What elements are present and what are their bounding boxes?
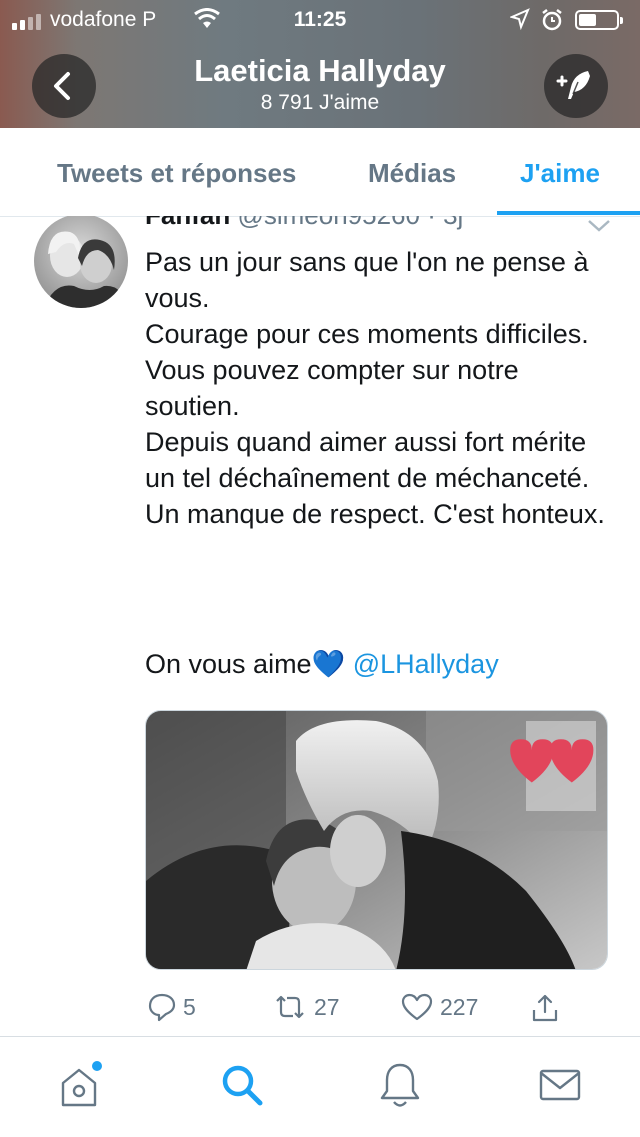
tweet-photo[interactable] bbox=[145, 710, 608, 970]
tweet-text-line: Depuis quand aimer aussi fort mérite un … bbox=[145, 427, 590, 493]
tab-likes[interactable]: J'aime bbox=[520, 158, 600, 189]
tweet-text-closing: On vous aime bbox=[145, 649, 312, 679]
tab-home[interactable] bbox=[57, 1061, 107, 1118]
tab-media[interactable]: Médias bbox=[368, 158, 456, 189]
alarm-icon bbox=[540, 8, 564, 38]
retweet-button[interactable]: 27 bbox=[272, 992, 340, 1022]
reply-icon bbox=[148, 993, 176, 1022]
avatar[interactable] bbox=[34, 216, 128, 308]
profile-tabs: Tweets et réponses Médias J'aime bbox=[0, 128, 640, 217]
author-handle-time: @simeon95260 · 3j bbox=[237, 216, 463, 230]
author-name: Fanfan bbox=[145, 216, 230, 230]
compose-tweet-button[interactable] bbox=[544, 54, 608, 118]
tab-notifications[interactable] bbox=[378, 1061, 422, 1116]
bottom-tab-bar bbox=[0, 1036, 640, 1137]
reply-count: 5 bbox=[183, 993, 196, 1020]
location-arrow-icon bbox=[509, 8, 530, 36]
mail-icon bbox=[539, 1069, 581, 1101]
tab-tweets-and-replies[interactable]: Tweets et réponses bbox=[57, 158, 296, 189]
share-button[interactable] bbox=[530, 992, 560, 1024]
tab-search[interactable] bbox=[218, 1061, 266, 1116]
profile-header: vodafone P 11:25 Laeticia Hallyday 8 791… bbox=[0, 0, 640, 128]
retweet-icon bbox=[276, 995, 304, 1019]
share-icon bbox=[532, 994, 558, 1022]
tweet-actions: 5 27 227 bbox=[0, 992, 640, 1032]
battery-icon bbox=[575, 10, 623, 30]
tweet-card[interactable]: Fanfan @simeon95260 · 3j Pas un jour san… bbox=[0, 216, 640, 1036]
search-icon bbox=[222, 1065, 263, 1106]
bell-icon bbox=[380, 1063, 420, 1107]
like-button[interactable]: 227 bbox=[400, 992, 478, 1022]
tweet-text-line: Vous pouvez compter sur notre soutien. bbox=[145, 355, 519, 421]
tweet-author[interactable]: Fanfan @simeon95260 · 3j bbox=[145, 216, 463, 231]
tweet-text-line: Pas un jour sans que l'on ne pense à vou… bbox=[145, 247, 589, 313]
reply-button[interactable]: 5 bbox=[147, 992, 196, 1022]
tweet-text-line: Un manque de respect. C'est honteux. bbox=[145, 499, 605, 529]
blue-heart-emoji: 💙 bbox=[311, 649, 346, 679]
tweet-text: Pas un jour sans que l'on ne pense à vou… bbox=[145, 244, 615, 532]
like-count: 227 bbox=[440, 993, 479, 1020]
tweet-text-line: Courage pour ces moments difficiles. bbox=[145, 319, 589, 349]
tab-messages[interactable] bbox=[538, 1061, 584, 1116]
retweet-count: 27 bbox=[314, 993, 340, 1020]
tweet-text-last-line: On vous aime💙 @LHallyday bbox=[145, 648, 499, 680]
chevron-down-icon[interactable] bbox=[586, 218, 612, 239]
mention-link[interactable]: @LHallyday bbox=[353, 649, 499, 679]
active-tab-indicator bbox=[497, 211, 640, 215]
home-icon bbox=[61, 1061, 102, 1107]
heart-icon bbox=[401, 993, 433, 1021]
compose-feather-icon bbox=[556, 71, 590, 99]
status-bar: vodafone P 11:25 bbox=[0, 0, 640, 40]
